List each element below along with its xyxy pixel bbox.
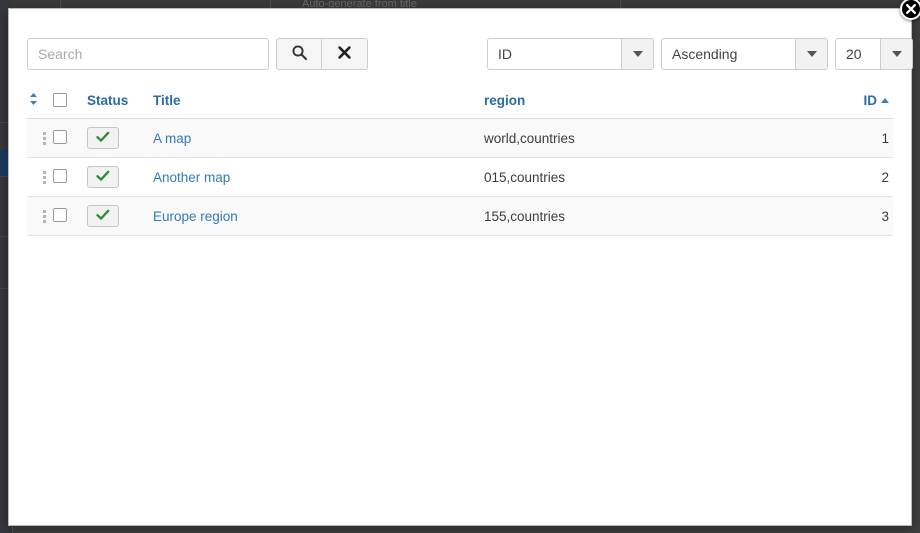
map-picker-dialog: ID Ascending 20 xyxy=(8,0,920,526)
row-title-cell: Europe region xyxy=(153,196,482,236)
row-id-cell: 1 xyxy=(829,118,893,158)
drag-handle-icon[interactable] xyxy=(27,209,53,223)
header-id-label: ID xyxy=(863,93,878,108)
sort-order-caret[interactable] xyxy=(795,39,827,69)
page-limit-value: 20 xyxy=(846,46,862,62)
table-header-row: Status Title region ID xyxy=(27,86,893,119)
header-title[interactable]: Title xyxy=(153,86,482,119)
check-icon xyxy=(96,209,110,224)
header-id[interactable]: ID xyxy=(829,86,893,119)
table-row: Another map 015,countries 2 xyxy=(27,157,893,197)
row-status-cell xyxy=(87,118,153,158)
toolbar: ID Ascending 20 xyxy=(27,38,913,70)
status-toggle-button[interactable] xyxy=(87,166,119,188)
check-icon xyxy=(96,131,110,146)
row-checkbox[interactable] xyxy=(53,207,67,222)
table-head: Status Title region ID xyxy=(27,86,893,119)
row-select-cell xyxy=(53,157,87,197)
table-row: A map world,countries 1 xyxy=(27,118,893,158)
close-icon[interactable] xyxy=(900,0,920,20)
search-icon xyxy=(291,44,308,64)
row-select-cell xyxy=(53,118,87,158)
sort-field-value: ID xyxy=(498,46,512,62)
row-id-cell: 2 xyxy=(829,157,893,197)
row-checkbox[interactable] xyxy=(53,129,67,144)
row-region-cell: 015,countries xyxy=(482,157,829,197)
close-x-icon xyxy=(336,44,353,64)
chevron-down-icon xyxy=(891,51,902,57)
drag-handle-icon[interactable] xyxy=(27,131,53,145)
row-checkbox[interactable] xyxy=(53,168,67,183)
row-title-link[interactable]: Another map xyxy=(153,170,230,185)
clear-search-button[interactable] xyxy=(322,38,368,70)
header-select-all[interactable] xyxy=(53,86,87,119)
sort-updown-icon xyxy=(27,92,39,109)
sort-order-select[interactable]: Ascending xyxy=(661,38,828,70)
header-reorder[interactable] xyxy=(27,86,53,119)
page-limit-caret[interactable] xyxy=(880,39,912,69)
sort-ascending-icon xyxy=(881,98,889,103)
header-region[interactable]: region xyxy=(482,86,829,119)
row-status-cell xyxy=(87,157,153,197)
status-toggle-button[interactable] xyxy=(87,205,119,227)
sort-field-select[interactable]: ID xyxy=(487,38,654,70)
sort-field-caret[interactable] xyxy=(621,39,653,69)
screen: Auto-generate from title Search ID Ascen… xyxy=(0,0,920,533)
row-title-link[interactable]: A map xyxy=(153,131,191,146)
header-status[interactable]: Status xyxy=(87,86,153,119)
row-title-cell: A map xyxy=(153,118,482,158)
row-region-cell: world,countries xyxy=(482,118,829,158)
status-toggle-button[interactable] xyxy=(87,127,119,149)
row-drag-cell xyxy=(27,118,53,158)
table-body: A map world,countries 1 Another map 015,coun… xyxy=(27,118,893,236)
check-icon xyxy=(96,170,110,185)
row-drag-cell xyxy=(27,196,53,236)
table-row: Europe region 155,countries 3 xyxy=(27,196,893,236)
row-region-cell: 155,countries xyxy=(482,196,829,236)
chevron-down-icon xyxy=(632,51,643,57)
row-title-link[interactable]: Europe region xyxy=(153,209,238,224)
sort-order-value: Ascending xyxy=(672,46,738,62)
row-title-cell: Another map xyxy=(153,157,482,197)
search-buttons xyxy=(276,38,368,70)
row-drag-cell xyxy=(27,157,53,197)
row-status-cell xyxy=(87,196,153,236)
drag-handle-icon[interactable] xyxy=(27,170,53,184)
chevron-down-icon xyxy=(806,51,817,57)
row-select-cell xyxy=(53,196,87,236)
row-id-cell: 3 xyxy=(829,196,893,236)
search-group xyxy=(27,38,368,70)
search-input[interactable] xyxy=(27,38,269,70)
page-limit-select[interactable]: 20 xyxy=(835,38,913,70)
select-all-checkbox[interactable] xyxy=(53,93,67,107)
results-table: Status Title region ID A map world,countr… xyxy=(27,86,893,236)
search-button[interactable] xyxy=(276,38,322,70)
